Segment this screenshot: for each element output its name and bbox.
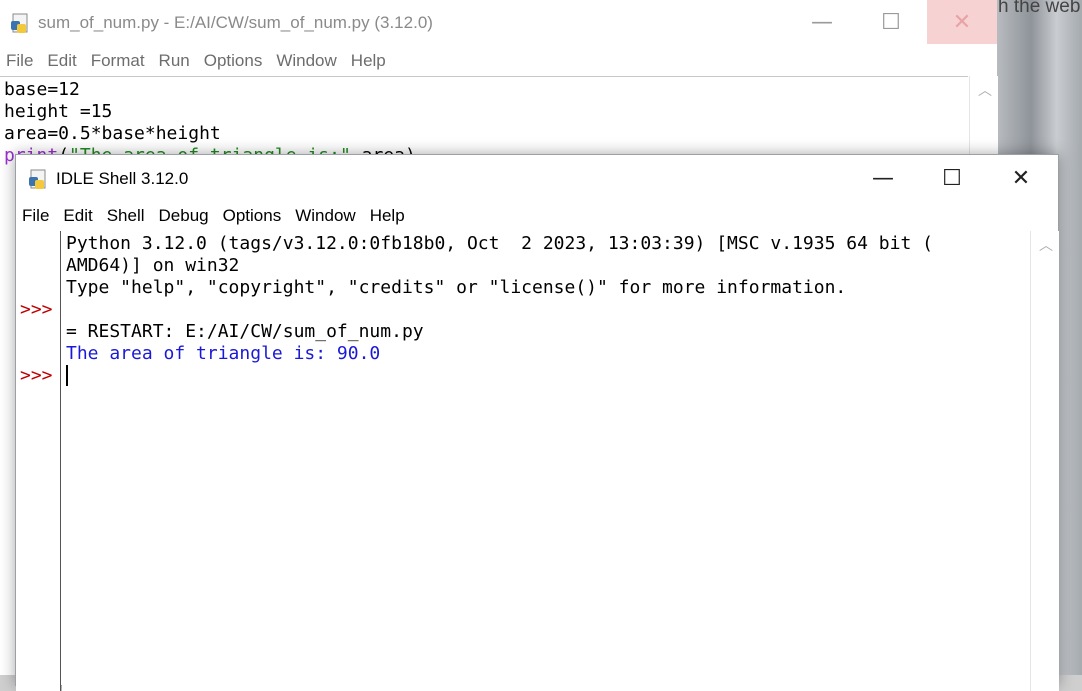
- editor-title: sum_of_num.py - E:/AI/CW/sum_of_num.py (…: [38, 13, 433, 32]
- code-line: height =15: [4, 101, 113, 122]
- editor-menubar: File Edit Format Run Options Window Help: [0, 47, 997, 75]
- editor-menu-run[interactable]: Run: [153, 51, 198, 71]
- scroll-up-arrow-icon[interactable]: ︿: [978, 80, 992, 100]
- shell-maximize-button[interactable]: ☐: [917, 155, 987, 201]
- code-line: base=12: [4, 79, 80, 100]
- shell-close-button[interactable]: ✕: [986, 155, 1056, 201]
- shell-menu-options[interactable]: Options: [217, 206, 290, 226]
- shell-prompt: >>>: [20, 299, 53, 320]
- python-shell-icon: [28, 168, 50, 190]
- shell-menubar: File Edit Shell Debug Options Window Hel…: [16, 202, 1058, 230]
- banner-line: AMD64)] on win32: [66, 255, 240, 276]
- editor-scrollbar[interactable]: ︿: [969, 76, 998, 156]
- shell-minimize-button[interactable]: —: [848, 155, 918, 201]
- shell-menu-help[interactable]: Help: [364, 206, 413, 226]
- shell-menu-edit[interactable]: Edit: [57, 206, 100, 226]
- editor-maximize-button[interactable]: ☐: [858, 0, 924, 44]
- background-window-text: h the web: [998, 0, 1081, 17]
- editor-titlebar[interactable]: sum_of_num.py - E:/AI/CW/sum_of_num.py (…: [0, 0, 997, 46]
- editor-close-button[interactable]: ✕: [927, 0, 997, 44]
- scroll-up-arrow-icon[interactable]: ︿: [1039, 235, 1053, 255]
- shell-prompt: >>>: [20, 365, 53, 386]
- editor-minimize-button[interactable]: —: [789, 0, 855, 44]
- shell-menu-debug[interactable]: Debug: [153, 206, 217, 226]
- shell-scrollbar[interactable]: ︿: [1030, 231, 1059, 691]
- editor-menu-window[interactable]: Window: [270, 51, 344, 71]
- editor-menu-options[interactable]: Options: [198, 51, 271, 71]
- editor-menu-format[interactable]: Format: [85, 51, 153, 71]
- shell-menu-window[interactable]: Window: [289, 206, 363, 226]
- shell-menu-file[interactable]: File: [16, 206, 57, 226]
- text-cursor: [66, 365, 68, 386]
- restart-line: = RESTART: E:/AI/CW/sum_of_num.py: [66, 321, 424, 342]
- program-output-line: The area of triangle is: 90.0: [66, 343, 381, 364]
- shell-output-area[interactable]: Python 3.12.0 (tags/v3.12.0:0fb18b0, Oct…: [62, 231, 1030, 691]
- prompt-gutter: >>> >>>: [16, 231, 61, 691]
- shell-title: IDLE Shell 3.12.0: [56, 169, 189, 188]
- python-file-icon: [10, 12, 32, 34]
- code-line: area=0.5*base*height: [4, 123, 221, 144]
- banner-line: Type "help", "copyright", "credits" or "…: [66, 277, 847, 298]
- shell-titlebar[interactable]: IDLE Shell 3.12.0 — ☐ ✕: [16, 155, 1058, 201]
- shell-menu-shell[interactable]: Shell: [101, 206, 153, 226]
- banner-line: Python 3.12.0 (tags/v3.12.0:0fb18b0, Oct…: [66, 233, 933, 254]
- editor-menu-help[interactable]: Help: [345, 51, 394, 71]
- editor-menu-file[interactable]: File: [0, 51, 41, 71]
- editor-menu-edit[interactable]: Edit: [41, 51, 84, 71]
- editor-text-area[interactable]: base=12 height =15 area=0.5*base*height …: [0, 76, 968, 166]
- shell-window[interactable]: IDLE Shell 3.12.0 — ☐ ✕ File Edit Shell …: [15, 154, 1059, 691]
